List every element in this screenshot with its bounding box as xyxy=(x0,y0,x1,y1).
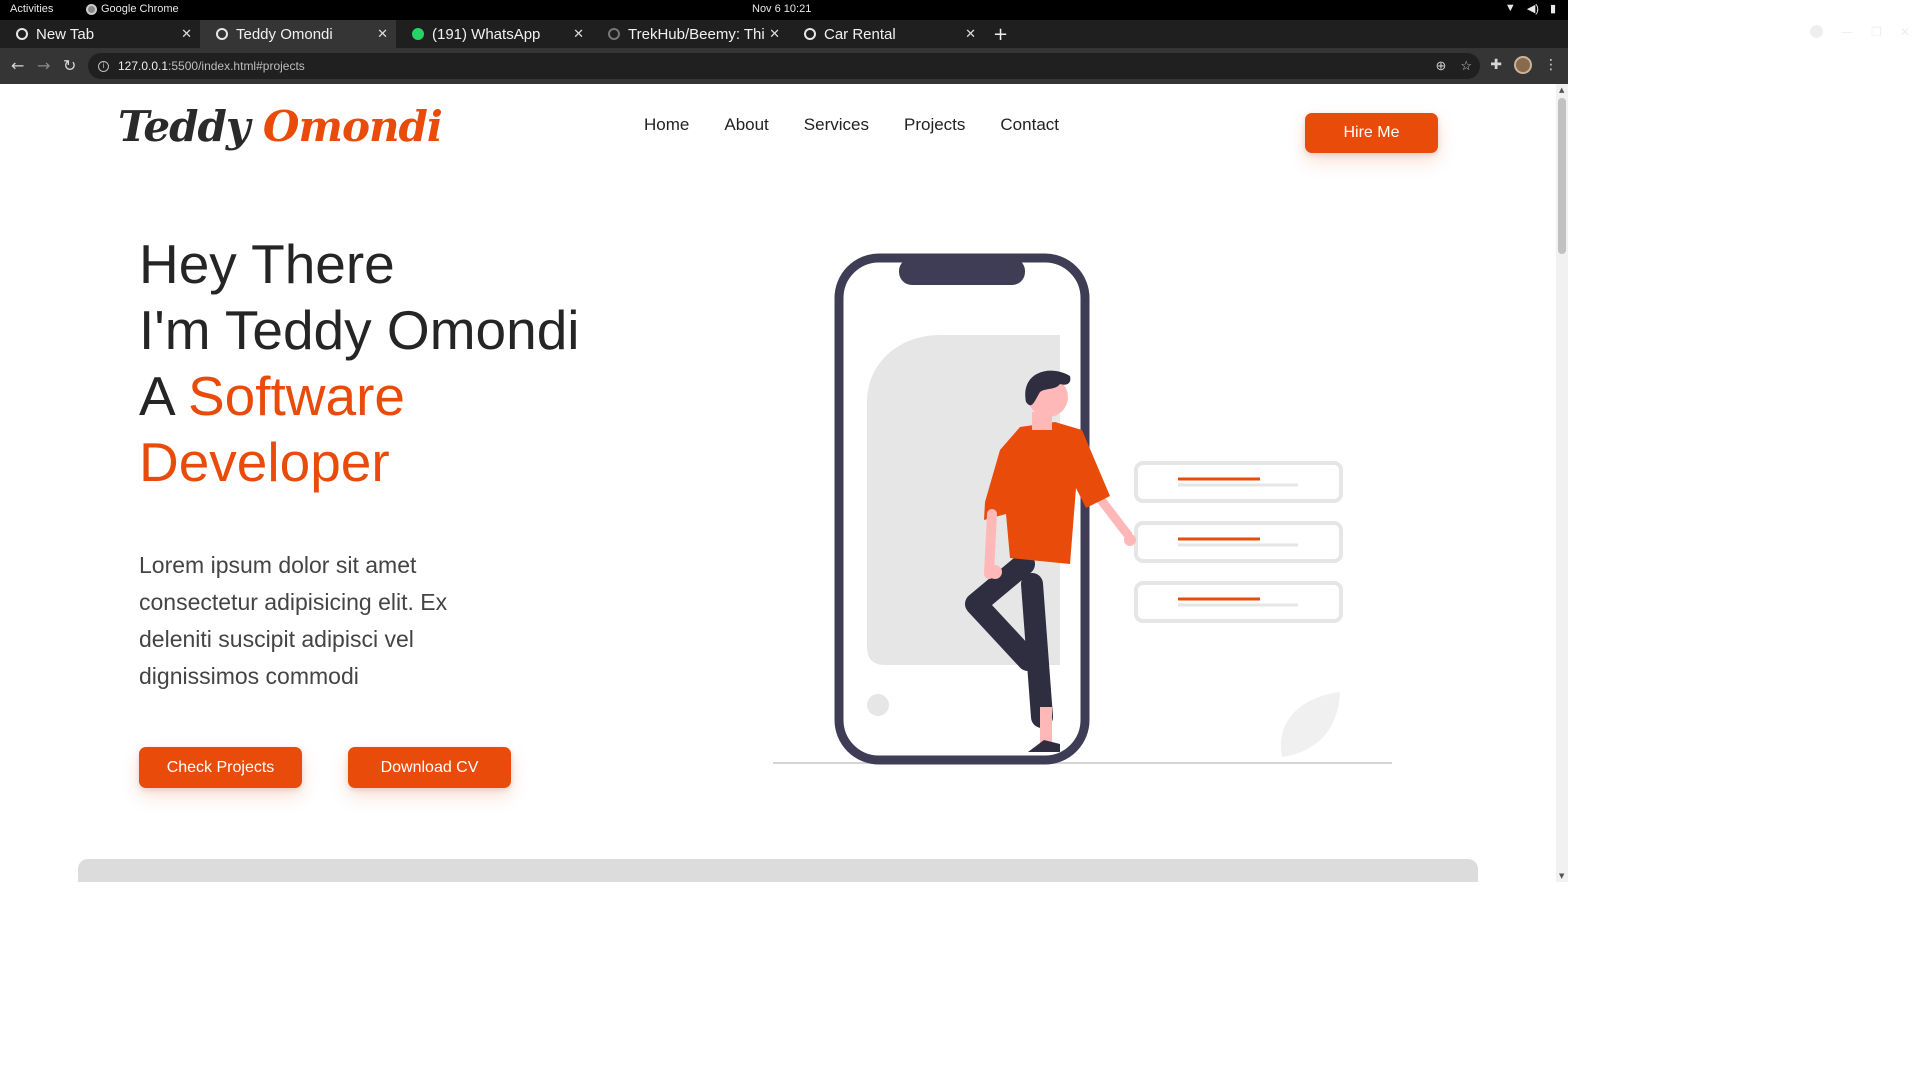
globe-favicon-icon xyxy=(804,28,816,40)
scroll-down-arrow-icon[interactable]: ▼ xyxy=(1559,872,1564,880)
volume-icon: ◀) xyxy=(1526,3,1539,15)
nav-services[interactable]: Services xyxy=(804,115,869,135)
tab-strip: New Tab ✕ Teddy Omondi ✕ (191) WhatsApp … xyxy=(0,20,1568,48)
extensions-puzzle-icon[interactable]: ✚ xyxy=(1490,57,1502,73)
hero-description: Lorem ipsum dolor sit amet consectetur a… xyxy=(139,552,448,689)
close-icon[interactable]: ✕ xyxy=(769,26,780,42)
zoom-icon[interactable]: ⊕ xyxy=(1435,58,1446,74)
card-1 xyxy=(1134,461,1343,503)
hire-me-button[interactable]: Hire Me xyxy=(1305,113,1438,153)
tab-car-rental[interactable]: Car Rental ✕ xyxy=(788,20,984,48)
active-app-name: Google Chrome xyxy=(101,3,179,15)
hero-line-name: I'm Teddy Omondi xyxy=(139,299,580,361)
back-icon[interactable]: ← xyxy=(11,56,24,75)
next-section-card xyxy=(78,859,1478,882)
nav-contact[interactable]: Contact xyxy=(1000,115,1059,135)
nav-about[interactable]: About xyxy=(724,115,768,135)
hero-role-accent: Software xyxy=(187,365,405,427)
check-projects-button[interactable]: Check Projects xyxy=(139,747,302,788)
nav-projects[interactable]: Projects xyxy=(904,115,965,135)
tab-whatsapp[interactable]: (191) WhatsApp ✕ xyxy=(396,20,592,48)
active-app-indicator[interactable]: Google Chrome xyxy=(86,3,179,15)
hero-role-prefix: A xyxy=(139,365,188,427)
bookmark-star-icon[interactable]: ☆ xyxy=(1460,58,1472,74)
close-icon[interactable]: ✕ xyxy=(965,26,976,42)
minimize-icon[interactable]: — xyxy=(1841,25,1853,39)
hero-illustration xyxy=(773,253,1392,765)
restore-icon[interactable]: ❐ xyxy=(1871,25,1882,39)
phone-side-button xyxy=(1083,377,1088,432)
activities-button[interactable]: Activities xyxy=(10,3,53,15)
site-logo[interactable]: Teddy Omondi xyxy=(118,102,443,151)
card-2 xyxy=(1134,521,1343,563)
battery-icon: ▮ xyxy=(1549,3,1556,15)
tab-title: TrekHub/Beemy: Thi xyxy=(628,25,765,43)
close-icon[interactable]: ✕ xyxy=(181,26,192,42)
close-icon[interactable]: ✕ xyxy=(573,26,584,42)
hero-line-role: A Software xyxy=(139,364,405,428)
site-info-icon[interactable]: i xyxy=(98,60,109,72)
web-page: Teddy Omondi Home About Services Project… xyxy=(0,84,1556,882)
chrome-icon xyxy=(86,3,97,15)
close-window-icon[interactable]: ✕ xyxy=(1900,25,1910,39)
tab-teddy-omondi[interactable]: Teddy Omondi ✕ xyxy=(200,20,396,48)
forward-icon[interactable]: → xyxy=(37,56,50,75)
leaf-shape xyxy=(1280,692,1340,757)
wifi-icon: ▼ xyxy=(1504,2,1516,14)
logo-last-name: Omondi xyxy=(262,102,443,151)
whatsapp-favicon-icon xyxy=(412,28,424,40)
hero-role-accent-2: Developer xyxy=(139,431,390,493)
tab-new-tab[interactable]: New Tab ✕ xyxy=(0,20,200,48)
reload-icon[interactable]: ↻ xyxy=(63,56,76,75)
hero-line-role-2: Developer xyxy=(139,430,390,494)
close-icon[interactable]: ✕ xyxy=(377,26,388,42)
scrollbar-thumb[interactable] xyxy=(1558,98,1566,254)
download-cv-button[interactable]: Download CV xyxy=(348,747,511,788)
address-bar[interactable]: i 127.0.0.1 :5500/index.html#projects ⊕ … xyxy=(88,53,1480,79)
tab-title: New Tab xyxy=(36,25,95,43)
phone-home-dot xyxy=(867,694,889,716)
scroll-up-arrow-icon[interactable]: ▲ xyxy=(1559,86,1564,94)
nav-home[interactable]: Home xyxy=(644,115,689,135)
new-tab-plus-icon[interactable]: + xyxy=(993,24,1008,45)
tab-title: (191) WhatsApp xyxy=(432,25,541,43)
phone-notch xyxy=(899,258,1025,285)
profile-avatar[interactable] xyxy=(1514,56,1532,74)
globe-favicon-icon xyxy=(216,28,228,40)
tab-title: Car Rental xyxy=(824,25,896,43)
tab-title: Teddy Omondi xyxy=(236,25,333,43)
hero-line-greeting: Hey There xyxy=(139,233,395,295)
main-nav: Home About Services Projects Contact xyxy=(644,115,1059,135)
system-top-bar: Activities Google Chrome Nov 6 10:21 ▼ ◀… xyxy=(0,0,1568,20)
window-controls: — ❐ ✕ xyxy=(1810,25,1910,39)
tab-search-icon[interactable] xyxy=(1810,25,1824,38)
system-tray[interactable]: ▼ ◀) ▮ xyxy=(1505,2,1556,15)
github-favicon-icon xyxy=(608,28,620,40)
card-3 xyxy=(1134,581,1343,623)
url-path: :5500/index.html#projects xyxy=(168,59,305,73)
chrome-favicon-icon xyxy=(16,28,28,40)
page-scrollbar[interactable]: ▲ ▼ xyxy=(1556,84,1568,882)
browser-toolbar: ← → ↻ i 127.0.0.1 :5500/index.html#proje… xyxy=(0,48,1568,84)
logo-first-name: Teddy xyxy=(118,102,250,151)
chrome-menu-icon[interactable]: ⋮ xyxy=(1544,57,1558,73)
url-host: 127.0.0.1 xyxy=(118,59,169,73)
system-clock[interactable]: Nov 6 10:21 xyxy=(752,3,811,15)
tab-trekhub-beemy[interactable]: TrekHub/Beemy: Thi ✕ xyxy=(592,20,788,48)
